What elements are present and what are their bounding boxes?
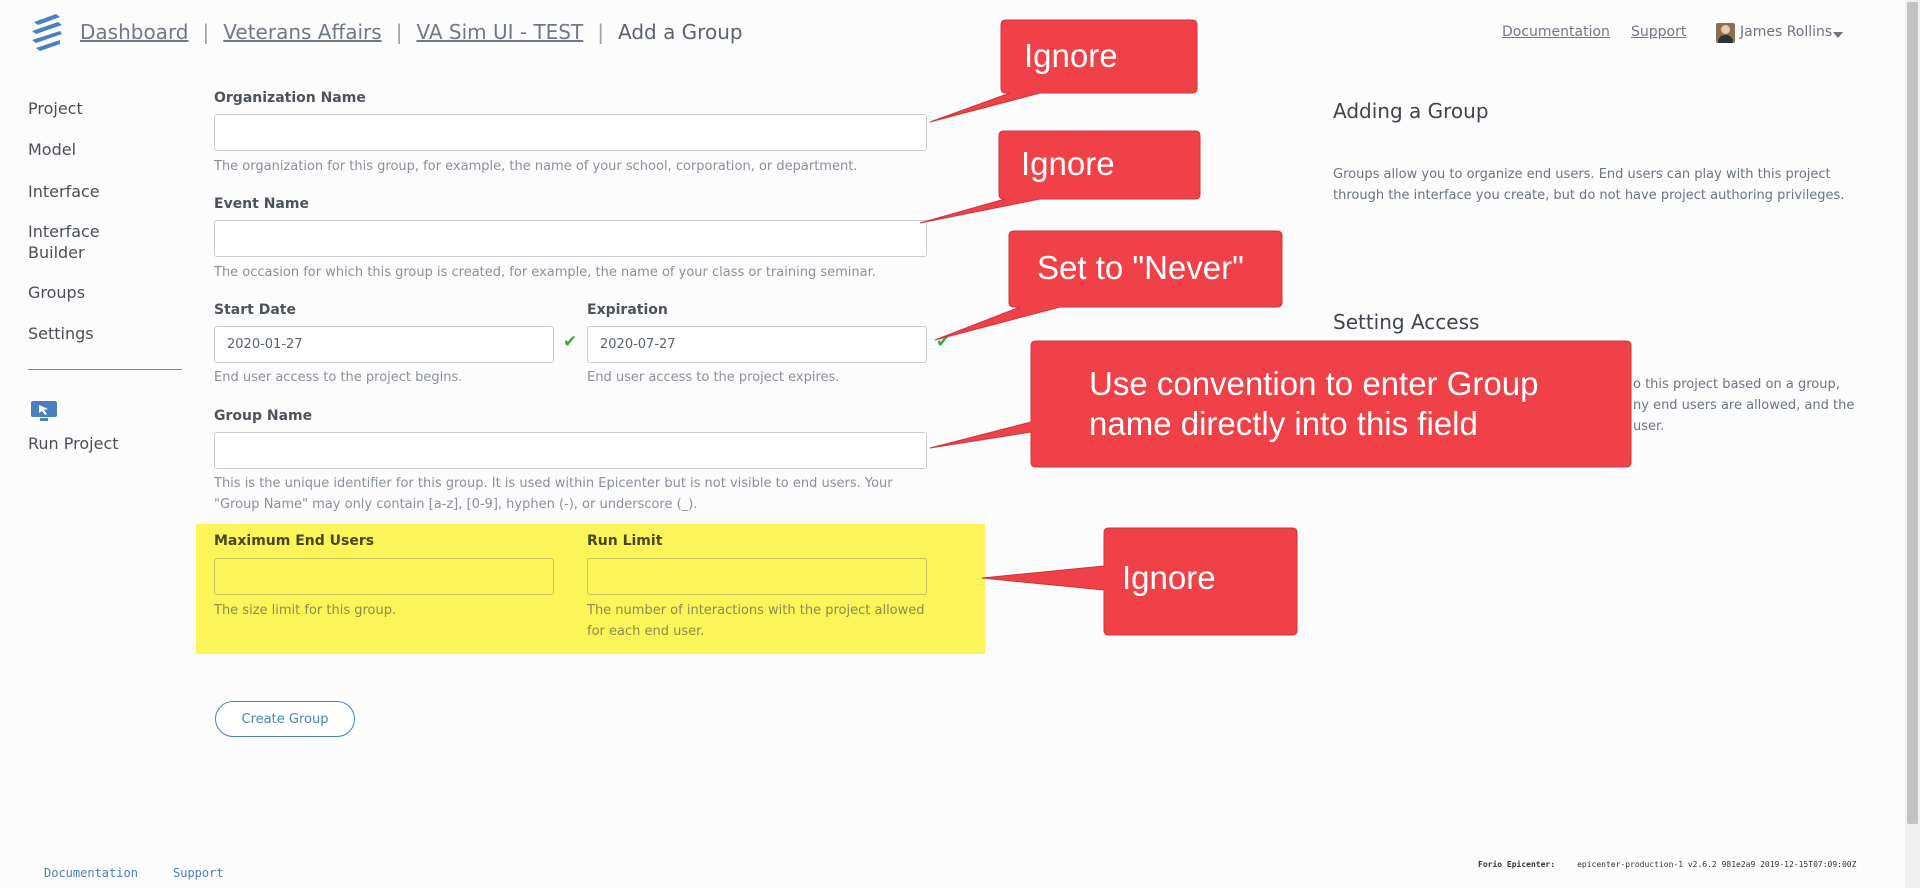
event-name-label: Event Name: [214, 196, 309, 212]
start-date-label: Start Date: [214, 302, 296, 318]
user-name[interactable]: James Rollins: [1740, 24, 1832, 40]
run-limit-input[interactable]: [587, 558, 927, 595]
start-date-valid-check-icon: ✔: [563, 332, 578, 352]
max-end-users-input[interactable]: [214, 558, 554, 595]
max-end-users-label: Maximum End Users: [214, 533, 375, 549]
adding-group-text: Groups allow you to organize end users. …: [1333, 167, 1845, 203]
build-info: epicenter-production-1 v2.6.2 981e2a9 20…: [1577, 860, 1857, 869]
group-name-help: This is the unique identifier for this g…: [214, 476, 893, 512]
sidebar-item-model[interactable]: Model: [28, 139, 76, 160]
expiration-help: End user access to the project expires.: [587, 370, 840, 385]
event-name-input[interactable]: [214, 220, 927, 257]
start-date-input[interactable]: [214, 326, 554, 363]
expiration-input[interactable]: [587, 326, 927, 363]
epicenter-logo-icon[interactable]: [30, 14, 64, 54]
highlight-box: Maximum End Users The size limit for thi…: [196, 524, 985, 654]
expiration-valid-check-icon: ✔: [936, 332, 951, 352]
version-info: Forio Epicenter: epicenter-production-1 v…: [1478, 860, 1856, 869]
breadcrumb-separator: |: [202, 20, 210, 44]
callout-ignore-organization: Ignore: [1024, 37, 1118, 74]
create-group-button[interactable]: Create Group: [215, 701, 355, 737]
run-project-link[interactable]: Run Project: [28, 434, 119, 453]
max-end-users-help: The size limit for this group.: [214, 603, 397, 618]
product-name: Forio Epicenter:: [1478, 860, 1556, 869]
breadcrumb-veterans-affairs-link[interactable]: Veterans Affairs: [223, 20, 381, 44]
breadcrumb-dashboard-link[interactable]: Dashboard: [80, 20, 189, 44]
sidebar-item-groups[interactable]: Groups: [28, 282, 85, 303]
breadcrumb-separator: |: [597, 20, 604, 44]
sidebar-item-interface-builder[interactable]: Interface Builder: [28, 221, 118, 263]
setting-access-text-line2: ny end users are allowed, and the: [1633, 398, 1855, 413]
page-title: Add a Group: [617, 20, 743, 44]
sidebar-divider: [28, 369, 182, 370]
callout-group-name-line1: Use convention to enter Group: [1089, 365, 1539, 402]
chevron-down-icon[interactable]: [1833, 32, 1843, 38]
breadcrumb: Dashboard | Veterans Affairs | VA Sim UI…: [80, 16, 743, 48]
adding-group-heading: Adding a Group: [1333, 99, 1489, 123]
breadcrumb-project-link[interactable]: VA Sim UI - TEST: [416, 20, 583, 44]
start-date-help: End user access to the project begins.: [214, 370, 463, 385]
event-name-help: The occasion for which this group is cre…: [214, 265, 876, 280]
organization-name-help: The organization for this group, for exa…: [214, 159, 858, 174]
footer-documentation-link[interactable]: Documentation: [44, 866, 138, 880]
setting-access-text-line1: o this project based on a group,: [1633, 377, 1840, 392]
setting-access-text-line3: user.: [1633, 419, 1665, 434]
header-support-link[interactable]: Support: [1631, 24, 1686, 40]
organization-name-label: Organization Name: [214, 90, 366, 106]
sidebar-item-interface[interactable]: Interface: [28, 181, 100, 202]
callout-ignore-limits: Ignore: [1122, 559, 1216, 596]
header-documentation-link[interactable]: Documentation: [1502, 24, 1610, 40]
run-project-icon[interactable]: [30, 400, 58, 422]
callout-ignore-event: Ignore: [1021, 145, 1115, 182]
expiration-label: Expiration: [587, 302, 668, 318]
setting-access-heading: Setting Access: [1333, 310, 1480, 334]
run-limit-help: The number of interactions with the proj…: [587, 603, 925, 639]
sidebar-item-settings[interactable]: Settings: [28, 323, 94, 344]
avatar[interactable]: [1716, 23, 1735, 43]
footer-support-link[interactable]: Support: [173, 866, 224, 880]
group-name-label: Group Name: [214, 408, 313, 424]
organization-name-input[interactable]: [214, 114, 927, 151]
run-limit-label: Run Limit: [587, 533, 663, 549]
scrollbar-thumb[interactable]: [1907, 2, 1918, 824]
breadcrumb-separator: |: [395, 20, 403, 44]
group-name-input[interactable]: [214, 432, 927, 469]
callout-set-never: Set to "Never": [1037, 249, 1244, 286]
callout-group-name-line2: name directly into this field: [1089, 405, 1478, 442]
sidebar-item-project[interactable]: Project: [28, 98, 83, 119]
